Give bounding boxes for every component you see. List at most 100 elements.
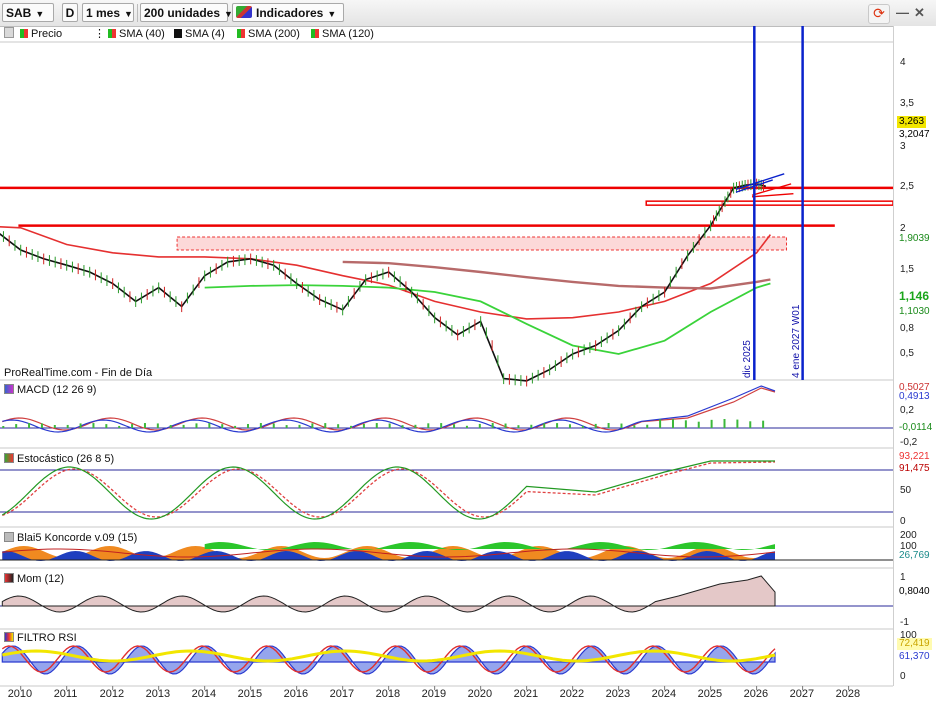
price-tick: 0,8 xyxy=(900,323,914,334)
macd-histogram-bar xyxy=(543,423,546,428)
koncorde-tick: 26,769 xyxy=(899,550,930,561)
koncorde-panel-label: Blai5 Koncorde v.09 (15) xyxy=(4,532,137,544)
x-tick-label: 2028 xyxy=(835,688,861,700)
x-tick-label: 2010 xyxy=(7,688,33,700)
main-price-panel xyxy=(0,26,893,387)
macd-histogram-bar xyxy=(568,424,571,428)
koncorde-icon xyxy=(4,532,14,542)
resistance-zone xyxy=(176,236,788,251)
indicator-panels xyxy=(0,385,893,675)
macd-histogram-bar xyxy=(2,426,5,428)
x-tick-label: 2022 xyxy=(559,688,585,700)
sma120-tag: 1,1030 xyxy=(899,306,930,317)
sma40-tag: 1,9039 xyxy=(899,233,930,244)
mom-icon xyxy=(4,573,14,583)
stoch-tick: 50 xyxy=(900,485,912,496)
price-tick: 2,5 xyxy=(900,181,914,192)
price-tick: 0,5 xyxy=(900,348,914,359)
rsi-panel-label: FILTRO RSI xyxy=(4,632,77,644)
macd-tick: -0,2 xyxy=(900,437,918,448)
sma200-tag: 1,146 xyxy=(899,289,930,303)
x-tick-label: 2023 xyxy=(605,688,631,700)
macd-histogram-bar xyxy=(491,423,494,428)
macd-histogram-bar xyxy=(633,425,636,428)
macd-histogram-bar xyxy=(66,424,69,428)
macd-histogram-bar xyxy=(234,425,237,428)
rsi-tick: 0 xyxy=(900,671,906,682)
macd-histogram-bar xyxy=(414,424,417,428)
macd-panel-label: MACD (12 26 9) xyxy=(4,384,96,396)
macd-histogram-bar xyxy=(478,423,481,428)
macd-histogram-bar xyxy=(504,423,507,428)
macd-histogram-bar xyxy=(311,423,314,428)
source-note: ProRealTime.com - Fin de Día xyxy=(4,367,153,379)
x-tick-label: 2016 xyxy=(283,688,309,700)
macd-histogram-bar xyxy=(169,425,172,428)
macd-histogram-bar xyxy=(350,425,353,428)
price-tick: 1,5 xyxy=(900,264,914,275)
trend-channel-line xyxy=(751,193,794,198)
macd-histogram-bar xyxy=(453,424,456,428)
mom-area xyxy=(1,575,776,613)
macd-histogram-bar xyxy=(749,421,752,428)
macd-histogram-bar xyxy=(620,423,623,428)
stoch-tick: 91,475 xyxy=(899,463,930,474)
macd-histogram-bar xyxy=(246,423,249,428)
price-tick: 3 xyxy=(900,141,906,152)
macd-histogram-bar xyxy=(221,424,224,428)
macd-histogram-bar xyxy=(105,424,108,428)
price-tick: 3,5 xyxy=(900,98,914,109)
mom-tick: 1 xyxy=(900,572,906,583)
macd-histogram-bar xyxy=(118,425,121,428)
stoch-icon xyxy=(4,453,14,463)
macd-histogram-bar xyxy=(92,423,95,428)
x-tick-label: 2026 xyxy=(743,688,769,700)
vline-label-dec2025: dic 2025 xyxy=(742,340,753,378)
macd-histogram-bar xyxy=(530,424,533,428)
macd-histogram-bar xyxy=(697,421,700,428)
macd-histogram-bar xyxy=(298,424,301,428)
mom-label-text: Mom (12) xyxy=(17,573,65,585)
macd-label-text: MACD (12 26 9) xyxy=(17,384,97,396)
stoch-tick: 0 xyxy=(900,516,906,527)
x-tick-label: 2017 xyxy=(329,688,355,700)
macd-histogram-bar xyxy=(736,419,739,428)
macd-histogram-bar xyxy=(143,423,146,428)
x-tick-label: 2018 xyxy=(375,688,401,700)
horizontal-level xyxy=(645,200,893,206)
stoch-panel-label: Estocástico (26 8 5) xyxy=(4,453,114,465)
macd-histogram-bar xyxy=(465,425,468,428)
macd-histogram-bar xyxy=(272,423,275,428)
macd-histogram-bar xyxy=(156,423,159,428)
x-tick-label: 2013 xyxy=(145,688,171,700)
close-icon[interactable]: ✕ xyxy=(914,5,925,21)
x-tick-label: 2025 xyxy=(697,688,723,700)
price-tick: 4 xyxy=(900,57,906,68)
macd-tick: 0,4913 xyxy=(899,391,930,402)
rsi-icon xyxy=(4,632,14,642)
x-tick-label: 2015 xyxy=(237,688,263,700)
macd-histogram-bar xyxy=(581,425,584,428)
macd-histogram-bar xyxy=(556,423,559,428)
macd-histogram-bar xyxy=(182,424,185,428)
chart-canvas[interactable] xyxy=(0,0,893,703)
x-tick-label: 2012 xyxy=(99,688,125,700)
macd-tick: -0,0114 xyxy=(899,422,933,433)
macd-histogram-bar xyxy=(517,425,520,428)
macd-histogram-bar xyxy=(324,423,327,428)
macd-histogram-bar xyxy=(40,423,43,428)
macd-histogram-bar xyxy=(375,423,378,428)
macd-histogram-bar xyxy=(208,423,211,428)
macd-histogram-bar xyxy=(53,424,56,428)
macd-histogram-bar xyxy=(646,424,649,428)
koncorde-green-area xyxy=(204,542,776,550)
macd-histogram-bar xyxy=(762,420,765,428)
macd-histogram-bar xyxy=(723,419,726,428)
price-line xyxy=(0,183,767,382)
level-tag: 3,2047 xyxy=(899,129,930,140)
macd-histogram-bar xyxy=(388,423,391,428)
minimize-icon[interactable]: — xyxy=(896,5,909,20)
mom-tick: 0,8040 xyxy=(899,586,930,597)
macd-histogram-bar xyxy=(259,423,262,428)
mom-tick: -1 xyxy=(900,617,909,628)
